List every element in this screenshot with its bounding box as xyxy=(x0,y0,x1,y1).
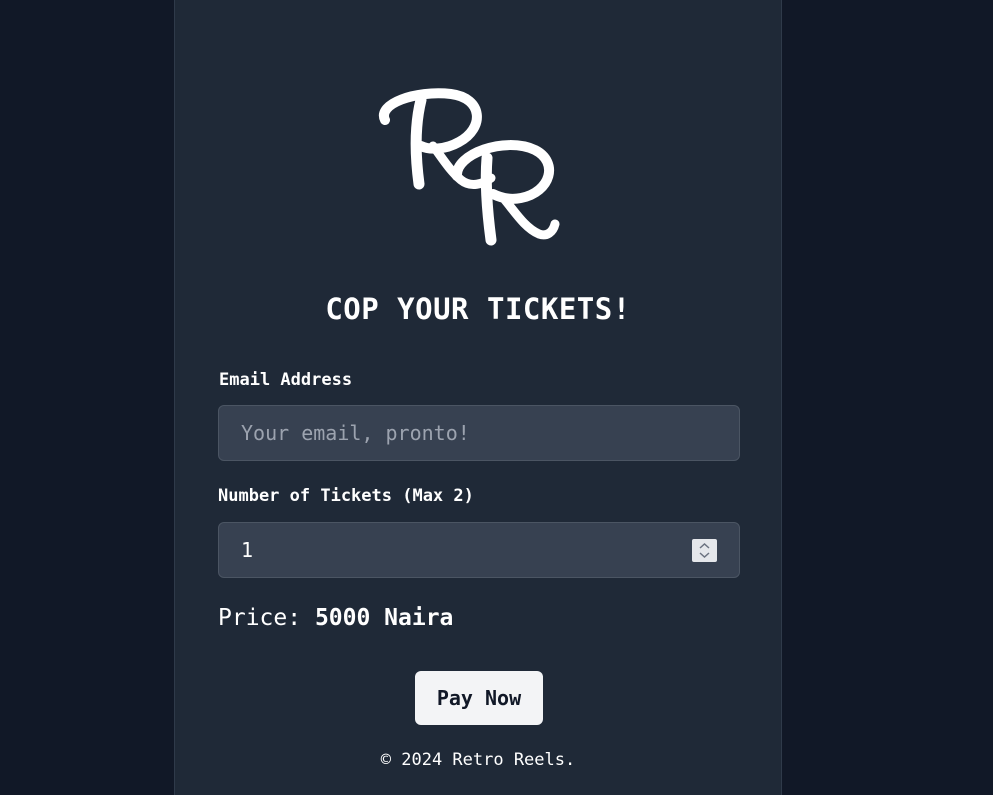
quantity-stepper[interactable] xyxy=(692,539,717,562)
email-field[interactable] xyxy=(219,406,739,460)
email-label: Email Address xyxy=(219,370,353,390)
price-value: 5000 Naira xyxy=(314,605,454,631)
page-title: COP YOUR TICKETS! xyxy=(325,292,631,326)
price-label: Price: xyxy=(218,605,315,631)
tickets-field-wrapper xyxy=(218,522,740,578)
tickets-label: Number of Tickets (Max 2) xyxy=(218,486,474,506)
ticket-panel: COP YOUR TICKETS! Email Address Number o… xyxy=(174,0,782,795)
logo-rr-icon xyxy=(379,88,560,246)
footer-copyright: © 2024 Retro Reels. xyxy=(380,750,576,770)
ticket-quantity-input[interactable] xyxy=(219,523,739,577)
price-display: Price: 5000 Naira xyxy=(218,605,453,631)
email-field-wrapper xyxy=(218,405,740,461)
stepper-arrows-icon xyxy=(699,542,710,559)
retro-reels-logo xyxy=(375,84,565,254)
pay-now-button[interactable]: Pay Now xyxy=(415,671,543,725)
